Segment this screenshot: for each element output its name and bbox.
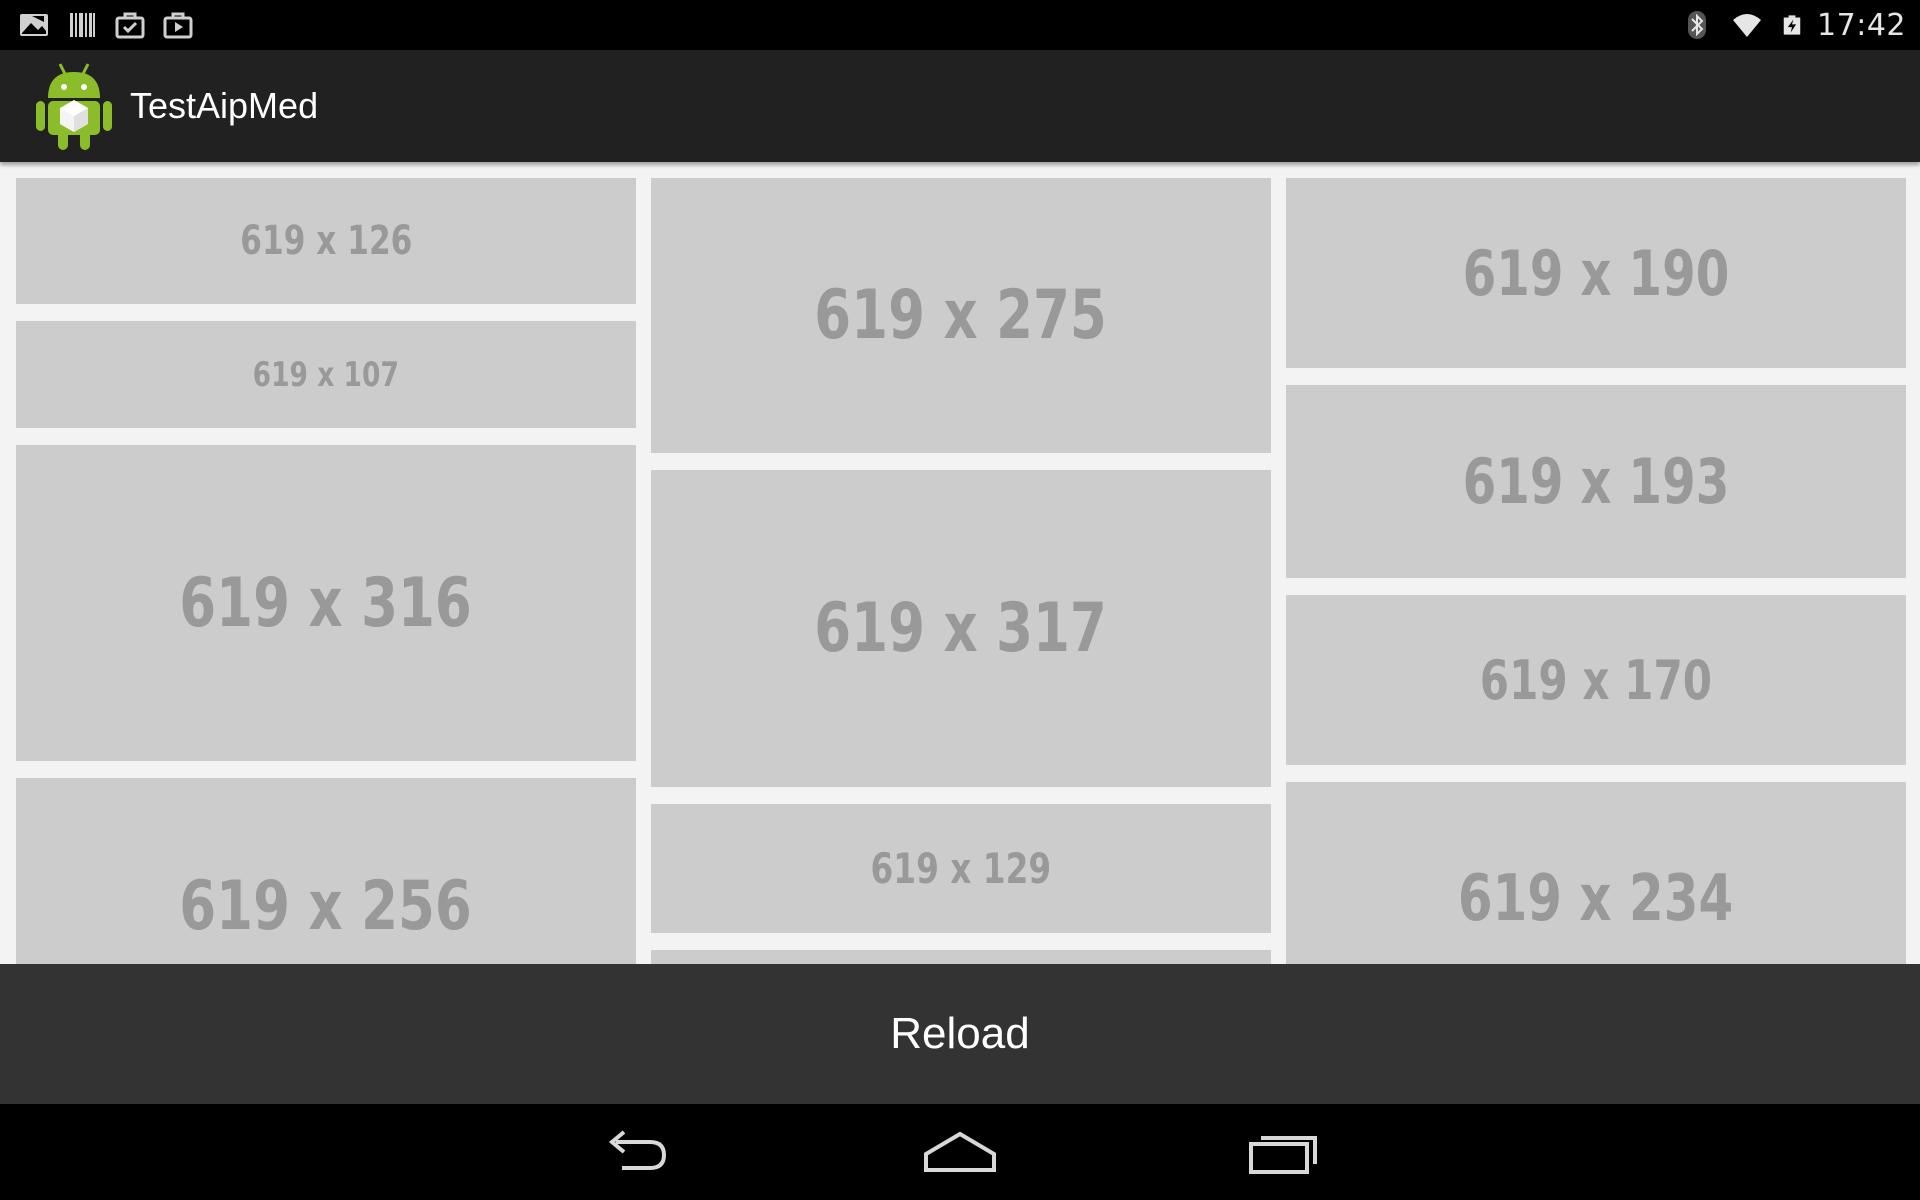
image-tile-label: 619 x 170 xyxy=(1479,648,1713,712)
image-tile[interactable]: 619 x 193 xyxy=(1286,385,1906,578)
status-bar: 17:42 xyxy=(0,0,1920,50)
notification-icons xyxy=(18,0,194,50)
image-tile[interactable]: 619 x 316 xyxy=(16,445,636,761)
image-tile[interactable]: 619 x 275 xyxy=(651,178,1271,453)
navigation-bar xyxy=(0,1104,1920,1200)
briefcase-check-icon xyxy=(115,12,145,39)
image-tile[interactable]: 619 x 256 xyxy=(16,778,636,964)
image-tile[interactable]: 619 x 126 xyxy=(16,178,636,304)
image-tile[interactable]: 619 x 170 xyxy=(1286,595,1906,765)
barcode-icon xyxy=(70,13,95,37)
back-button[interactable] xyxy=(591,1122,681,1182)
back-icon xyxy=(608,1130,667,1170)
home-button[interactable] xyxy=(915,1122,1005,1182)
android-robot-icon[interactable] xyxy=(30,58,118,154)
recents-icon xyxy=(1249,1136,1317,1174)
clock: 17:42 xyxy=(1817,7,1906,43)
image-tile[interactable]: 619 x 317 xyxy=(651,470,1271,787)
battery-charging-icon xyxy=(1783,15,1801,35)
image-tile-label: 619 x 129 xyxy=(870,844,1052,893)
image-tile[interactable] xyxy=(651,950,1271,964)
gallery-icon xyxy=(20,14,48,36)
image-tile-label: 619 x 275 xyxy=(814,276,1108,355)
image-tile-label: 619 x 193 xyxy=(1462,445,1730,518)
image-tile[interactable]: 619 x 107 xyxy=(16,321,636,428)
reload-button[interactable]: Reload xyxy=(0,964,1920,1104)
image-tile-label: 619 x 190 xyxy=(1462,236,1730,310)
image-tile[interactable]: 619 x 190 xyxy=(1286,178,1906,368)
reload-button-label: Reload xyxy=(890,1009,1030,1058)
image-tile-label: 619 x 256 xyxy=(179,866,473,946)
briefcase-play-icon xyxy=(163,12,193,39)
image-grid[interactable]: 619 x 126 619 x 107 619 x 316 619 x 256 619… xyxy=(0,162,1920,964)
image-tile-label: 619 x 107 xyxy=(252,354,400,395)
image-tile-label: 619 x 316 xyxy=(179,563,473,643)
image-tile-label: 619 x 317 xyxy=(814,589,1108,668)
image-tile-label: 619 x 126 xyxy=(239,218,413,264)
recents-button[interactable] xyxy=(1240,1122,1330,1182)
image-tile[interactable]: 619 x 234 xyxy=(1286,782,1906,964)
action-bar: TestAipMed xyxy=(0,50,1920,162)
bluetooth-icon xyxy=(1688,11,1707,39)
image-tile-label: 619 x 234 xyxy=(1458,862,1734,936)
home-icon xyxy=(924,1131,996,1172)
wifi-icon xyxy=(1733,14,1762,37)
image-tile[interactable]: 619 x 129 xyxy=(651,804,1271,933)
app-title: TestAipMed xyxy=(130,85,319,126)
system-status: 17:42 xyxy=(1681,0,1906,50)
